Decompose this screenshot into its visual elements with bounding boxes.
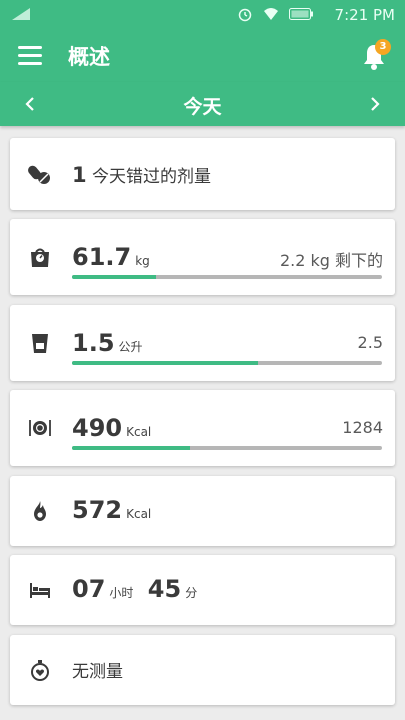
date-navigation: 今天 <box>0 82 405 126</box>
measurement-text: 无测量 <box>72 662 123 682</box>
missed-doses-count: 1 <box>72 163 87 187</box>
sleep-card[interactable]: 07 小时 45 分 <box>10 555 395 625</box>
measurement-card[interactable]: 无测量 <box>10 635 395 705</box>
date-label: 今天 <box>183 96 222 118</box>
notification-badge: 3 <box>375 39 391 55</box>
battery-icon <box>289 8 313 20</box>
burned-unit: Kcal <box>126 507 152 521</box>
water-goal: 2.5 <box>357 333 383 352</box>
weight-value: 61.7 <box>72 243 132 271</box>
burned-value-row: 572 Kcal <box>72 496 151 524</box>
status-icons <box>237 6 313 22</box>
chevron-right-icon[interactable] <box>363 92 387 116</box>
burned-value: 572 <box>72 496 123 524</box>
water-value: 1.5 <box>72 329 115 357</box>
weight-card[interactable]: 61.7 kg 2.2 kg 剩下的 <box>10 219 395 295</box>
missed-doses-row: 1 今天错过的剂量 <box>72 162 211 187</box>
signal-icon <box>12 8 30 20</box>
food-value: 490 <box>72 414 123 442</box>
water-unit: 公升 <box>118 340 143 354</box>
cup-icon <box>32 334 48 353</box>
food-goal: 1284 <box>342 418 383 437</box>
notifications-button[interactable]: 3 <box>361 39 391 70</box>
weight-value-row: 61.7 kg <box>72 243 150 271</box>
plate-icon <box>29 420 51 436</box>
status-time: 7:21 PM <box>334 6 395 24</box>
scale-icon <box>31 248 49 267</box>
sleep-minutes: 45 <box>147 575 182 603</box>
pills-icon <box>28 165 50 184</box>
sleep-value-row: 07 小时 45 分 <box>72 575 197 603</box>
weight-unit: kg <box>135 254 150 268</box>
weight-remaining: 2.2 kg 剩下的 <box>279 251 383 270</box>
missed-doses-text: 今天错过的剂量 <box>92 167 212 187</box>
menu-button[interactable] <box>18 44 44 66</box>
page-title: 概述 <box>68 45 110 69</box>
food-progress-fill <box>72 446 190 450</box>
status-bar: 7:21 PM <box>0 0 405 28</box>
app-bar: 概述 3 <box>0 28 405 82</box>
stopwatch-heart-icon <box>31 660 49 681</box>
weight-progress-bar <box>72 275 382 279</box>
wifi-icon <box>264 8 278 20</box>
water-progress-bar <box>72 361 382 365</box>
menu-icon <box>18 46 42 49</box>
alarm-icon <box>238 8 252 22</box>
water-value-row: 1.5 公升 <box>72 329 143 357</box>
calories-burned-card[interactable]: 572 Kcal <box>10 476 395 546</box>
missed-doses-card[interactable]: 1 今天错过的剂量 <box>10 138 395 210</box>
flame-icon <box>34 501 46 521</box>
food-unit: Kcal <box>126 425 152 439</box>
water-card[interactable]: 1.5 公升 2.5 <box>10 305 395 381</box>
sleep-hours-unit: 小时 <box>109 586 134 600</box>
water-progress-fill <box>72 361 258 365</box>
food-progress-bar <box>72 446 382 450</box>
sleep-minutes-unit: 分 <box>185 586 198 600</box>
food-value-row: 490 Kcal <box>72 414 151 442</box>
bed-icon <box>30 583 50 598</box>
weight-progress-fill <box>72 275 156 279</box>
food-card[interactable]: 490 Kcal 1284 <box>10 390 395 466</box>
sleep-hours: 07 <box>72 575 106 603</box>
